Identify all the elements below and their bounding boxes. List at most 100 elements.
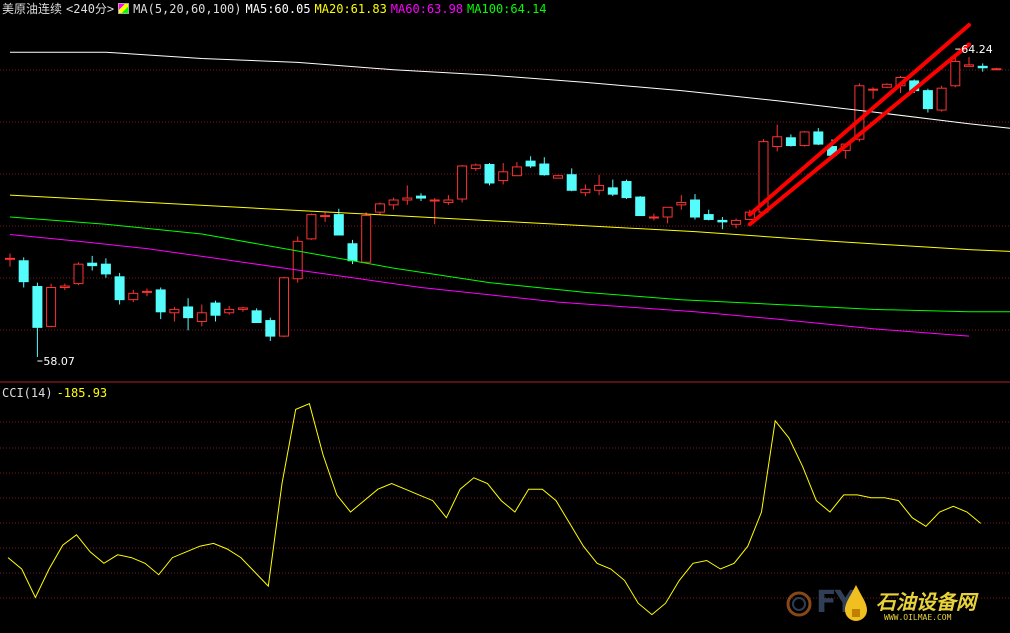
- chart-header: 美原油连续 <240分> MA(5,20,60,100) MA5:60.05 MA20:…: [2, 1, 551, 17]
- candle: [868, 87, 879, 99]
- candle-body: [772, 136, 783, 148]
- candle-body: [813, 131, 824, 145]
- candle-body: [429, 199, 440, 202]
- candle: [703, 209, 714, 221]
- candle-body: [279, 277, 289, 337]
- candle-body: [333, 214, 344, 236]
- candle: [210, 300, 221, 322]
- candle-body: [977, 65, 988, 69]
- candle-body: [100, 263, 111, 275]
- candle: [950, 57, 961, 88]
- candle-body: [511, 166, 522, 177]
- candle-body: [361, 215, 372, 263]
- candle-body: [703, 214, 714, 220]
- candle-body: [251, 310, 262, 324]
- candle-body: [169, 308, 180, 314]
- candle: [114, 272, 125, 305]
- candle-body: [46, 287, 57, 327]
- candle: [525, 156, 536, 168]
- candle: [46, 283, 57, 328]
- ma60-value: MA60:63.98: [390, 2, 464, 16]
- ma100-value: MA100:64.14: [467, 2, 547, 16]
- cci-label[interactable]: CCI(14): [2, 386, 53, 400]
- candle: [580, 184, 591, 197]
- candle-body: [662, 206, 673, 218]
- candle: [470, 163, 481, 171]
- candle-body: [594, 184, 605, 191]
- ma-indicator-icon[interactable]: [118, 3, 130, 14]
- candle-body: [5, 257, 15, 260]
- candle: [320, 212, 331, 222]
- candle-body: [868, 88, 879, 91]
- candle-body: [498, 171, 509, 182]
- watermark-url: WWW.OILMAE.COM: [884, 613, 952, 622]
- candle-body: [676, 201, 687, 206]
- candle: [251, 308, 262, 324]
- candle-body: [964, 64, 974, 67]
- symbol-name[interactable]: 美原油连续: [2, 2, 62, 16]
- candle-body: [87, 262, 98, 267]
- oil-drop-icon: [845, 585, 867, 621]
- candle: [18, 257, 29, 288]
- candle-body: [59, 285, 70, 288]
- candle-body: [621, 181, 632, 199]
- candle: [279, 276, 289, 338]
- candle-body: [237, 307, 248, 310]
- candle: [59, 283, 70, 290]
- ma-label[interactable]: MA(5,20,60,100): [133, 2, 241, 16]
- candle-body: [292, 240, 303, 280]
- chart-canvas: 64.24 58.07: [0, 23, 1010, 616]
- period-label[interactable]: <240分>: [66, 2, 114, 16]
- candle: [511, 162, 522, 177]
- candle: [621, 179, 632, 200]
- candle-body: [155, 289, 166, 313]
- candle-body: [717, 219, 728, 223]
- ma20-line: [9, 194, 1010, 252]
- candle-body: [73, 263, 84, 285]
- candle: [5, 253, 15, 267]
- candle-body: [210, 302, 221, 316]
- candle: [553, 174, 563, 179]
- ma60-line: [9, 234, 970, 337]
- candle-body: [525, 160, 536, 167]
- candle-body: [402, 197, 413, 201]
- candle-body: [553, 175, 563, 179]
- candle: [566, 168, 577, 192]
- candle-body: [635, 196, 646, 217]
- candle: [881, 83, 892, 89]
- candle-body: [183, 306, 194, 319]
- candle-body: [690, 199, 700, 218]
- candle-body: [457, 165, 468, 200]
- candle: [306, 213, 317, 240]
- watermark-logo: FY 石油设备网 WWW.OILMAE.COM: [780, 583, 1000, 627]
- candle: [224, 305, 235, 315]
- candle: [416, 193, 426, 201]
- candle: [772, 124, 783, 152]
- candle-body: [950, 60, 961, 87]
- candle: [799, 130, 810, 147]
- candle: [662, 206, 673, 224]
- trendline-lower: [747, 42, 971, 227]
- candle-body: [580, 188, 591, 194]
- candle: [484, 163, 495, 186]
- candle-body: [607, 187, 618, 195]
- candle-body: [539, 163, 550, 176]
- candle-body: [470, 164, 481, 169]
- candle: [292, 236, 303, 283]
- candle-body: [224, 308, 235, 314]
- watermark-site-name: 石油设备网: [876, 590, 976, 614]
- ma20-value: MA20:61.83: [314, 2, 387, 16]
- candle-body: [922, 90, 933, 110]
- cci-header: CCI(14) -185.93: [2, 386, 111, 400]
- candle: [936, 85, 947, 112]
- candle: [717, 217, 728, 230]
- candle: [539, 157, 550, 176]
- candle: [676, 195, 687, 210]
- candle-body: [306, 214, 317, 240]
- candle: [785, 134, 796, 147]
- candle: [594, 174, 605, 196]
- candle-body: [347, 243, 358, 262]
- candle-body: [881, 83, 892, 88]
- gear-ring-icon: [786, 591, 812, 617]
- candle: [73, 262, 84, 286]
